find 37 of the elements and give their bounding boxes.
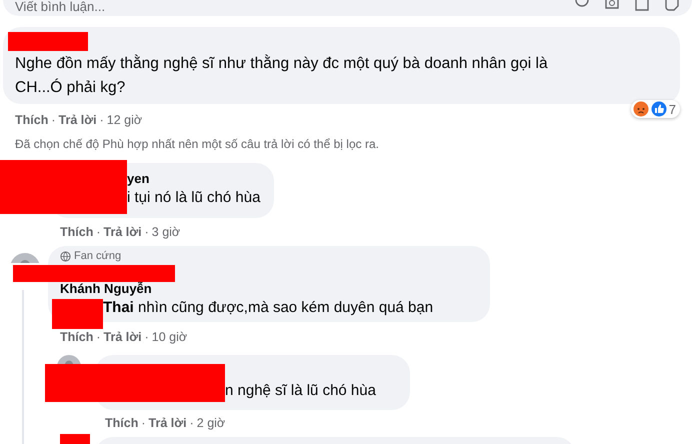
redaction-bar (60, 434, 90, 444)
comment-text: Thai nhìn cũng được,mà sao kém duyên quá bạn (103, 298, 434, 318)
separator: · (100, 112, 104, 128)
like-link[interactable]: Thích (105, 415, 138, 431)
like-link[interactable]: Thích (60, 329, 94, 345)
comment-text: i tụi nó là lũ chó hùa (127, 188, 260, 208)
timestamp[interactable]: 12 giờ (106, 112, 142, 128)
separator: · (190, 415, 194, 431)
author-name[interactable]: Khánh Nguyễn (60, 281, 476, 297)
comment-input[interactable]: Viết bình luận... (3, 0, 692, 16)
thumbs-up-icon (650, 101, 667, 117)
author-name[interactable]: yen (127, 171, 260, 187)
reaction-badge[interactable]: 7 (630, 100, 680, 118)
like-link[interactable]: Thích (15, 112, 48, 128)
reply-link[interactable]: Trả lời (148, 415, 187, 431)
separator: · (141, 415, 146, 431)
redaction-bar (52, 299, 103, 329)
reply-link[interactable]: Trả lời (104, 329, 142, 345)
badge-label: Fan cứng (74, 250, 122, 262)
separator: · (144, 329, 149, 345)
separator: · (96, 329, 101, 345)
reply-link[interactable]: Trả lời (58, 112, 97, 128)
input-placeholder: Viết bình luận... (15, 0, 106, 13)
separator: · (144, 224, 149, 240)
like-link[interactable]: Thích (60, 224, 94, 240)
globe-icon (60, 250, 71, 262)
comment-text: n nghệ sĩ là lũ chó hùa (225, 381, 376, 401)
angry-face-icon (632, 101, 649, 117)
timestamp[interactable]: 3 giờ (152, 224, 180, 240)
timestamp[interactable]: 2 giờ (196, 415, 226, 431)
separator: · (96, 224, 101, 240)
comment-text: Nghe đồn mấy thằng nghệ sĩ như thằng này đc một quý bà doanh nhân gọi là CH...Ó phải kg? (15, 54, 549, 98)
separator: · (51, 112, 56, 128)
reaction-count: 7 (668, 102, 676, 116)
timestamp[interactable]: 10 giờ (152, 329, 188, 345)
filter-notice: Đã chọn chế độ Phù hợp nhất nên một số câu trả lời có thể bị lọc ra. (15, 136, 380, 152)
reply-link[interactable]: Trả lời (104, 224, 142, 240)
